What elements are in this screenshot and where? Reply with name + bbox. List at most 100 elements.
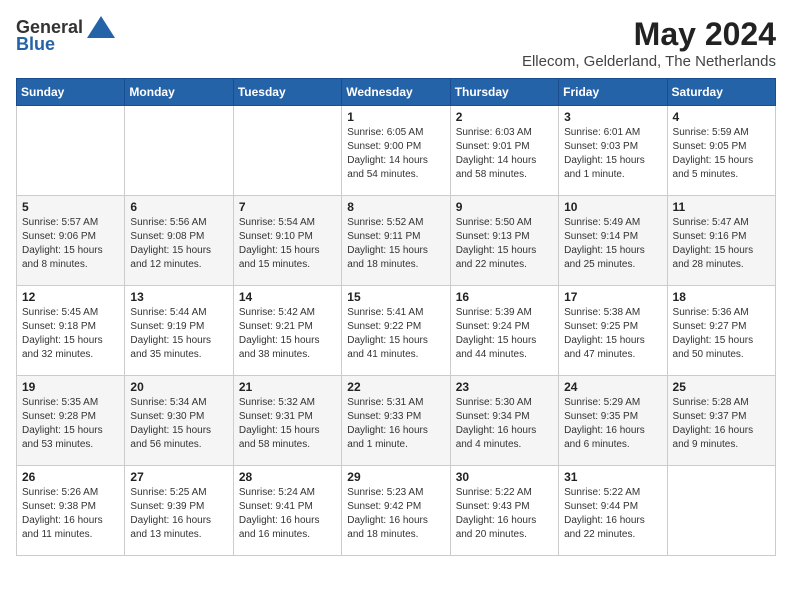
day-info: Sunrise: 6:01 AMSunset: 9:03 PMDaylight:…	[564, 126, 661, 182]
day-info: Sunrise: 5:42 AMSunset: 9:21 PMDaylight:…	[239, 306, 336, 362]
day-info: Sunrise: 5:22 AMSunset: 9:43 PMDaylight:…	[456, 486, 553, 542]
table-row: 17 Sunrise: 5:38 AMSunset: 9:25 PMDaylig…	[559, 286, 667, 376]
day-number: 4	[673, 110, 770, 124]
day-info: Sunrise: 6:05 AMSunset: 9:00 PMDaylight:…	[347, 126, 444, 182]
logo: General Blue	[16, 16, 115, 55]
day-number: 20	[130, 380, 227, 394]
header-saturday: Saturday	[667, 79, 775, 106]
week-row-5: 26 Sunrise: 5:26 AMSunset: 9:38 PMDaylig…	[17, 466, 776, 556]
month-title: May 2024	[522, 16, 776, 53]
day-number: 29	[347, 470, 444, 484]
table-row	[667, 466, 775, 556]
table-row: 5 Sunrise: 5:57 AMSunset: 9:06 PMDayligh…	[17, 196, 125, 286]
calendar-table: Sunday Monday Tuesday Wednesday Thursday…	[16, 78, 776, 556]
table-row: 1 Sunrise: 6:05 AMSunset: 9:00 PMDayligh…	[342, 106, 450, 196]
day-info: Sunrise: 5:44 AMSunset: 9:19 PMDaylight:…	[130, 306, 227, 362]
table-row: 24 Sunrise: 5:29 AMSunset: 9:35 PMDaylig…	[559, 376, 667, 466]
week-row-4: 19 Sunrise: 5:35 AMSunset: 9:28 PMDaylig…	[17, 376, 776, 466]
day-number: 1	[347, 110, 444, 124]
day-number: 22	[347, 380, 444, 394]
table-row: 16 Sunrise: 5:39 AMSunset: 9:24 PMDaylig…	[450, 286, 558, 376]
day-info: Sunrise: 5:32 AMSunset: 9:31 PMDaylight:…	[239, 396, 336, 452]
day-info: Sunrise: 5:25 AMSunset: 9:39 PMDaylight:…	[130, 486, 227, 542]
day-info: Sunrise: 5:34 AMSunset: 9:30 PMDaylight:…	[130, 396, 227, 452]
day-number: 12	[22, 290, 119, 304]
day-number: 13	[130, 290, 227, 304]
day-info: Sunrise: 5:49 AMSunset: 9:14 PMDaylight:…	[564, 216, 661, 272]
table-row: 31 Sunrise: 5:22 AMSunset: 9:44 PMDaylig…	[559, 466, 667, 556]
day-info: Sunrise: 5:31 AMSunset: 9:33 PMDaylight:…	[347, 396, 444, 452]
day-number: 25	[673, 380, 770, 394]
day-info: Sunrise: 5:39 AMSunset: 9:24 PMDaylight:…	[456, 306, 553, 362]
table-row	[233, 106, 341, 196]
day-number: 9	[456, 200, 553, 214]
day-info: Sunrise: 6:03 AMSunset: 9:01 PMDaylight:…	[456, 126, 553, 182]
day-number: 18	[673, 290, 770, 304]
week-row-1: 1 Sunrise: 6:05 AMSunset: 9:00 PMDayligh…	[17, 106, 776, 196]
day-info: Sunrise: 5:22 AMSunset: 9:44 PMDaylight:…	[564, 486, 661, 542]
day-number: 5	[22, 200, 119, 214]
table-row: 15 Sunrise: 5:41 AMSunset: 9:22 PMDaylig…	[342, 286, 450, 376]
day-info: Sunrise: 5:30 AMSunset: 9:34 PMDaylight:…	[456, 396, 553, 452]
table-row: 23 Sunrise: 5:30 AMSunset: 9:34 PMDaylig…	[450, 376, 558, 466]
table-row: 10 Sunrise: 5:49 AMSunset: 9:14 PMDaylig…	[559, 196, 667, 286]
day-info: Sunrise: 5:59 AMSunset: 9:05 PMDaylight:…	[673, 126, 770, 182]
day-info: Sunrise: 5:36 AMSunset: 9:27 PMDaylight:…	[673, 306, 770, 362]
table-row: 6 Sunrise: 5:56 AMSunset: 9:08 PMDayligh…	[125, 196, 233, 286]
day-number: 27	[130, 470, 227, 484]
day-number: 3	[564, 110, 661, 124]
table-row: 7 Sunrise: 5:54 AMSunset: 9:10 PMDayligh…	[233, 196, 341, 286]
table-row: 9 Sunrise: 5:50 AMSunset: 9:13 PMDayligh…	[450, 196, 558, 286]
table-row: 3 Sunrise: 6:01 AMSunset: 9:03 PMDayligh…	[559, 106, 667, 196]
day-info: Sunrise: 5:35 AMSunset: 9:28 PMDaylight:…	[22, 396, 119, 452]
table-row: 30 Sunrise: 5:22 AMSunset: 9:43 PMDaylig…	[450, 466, 558, 556]
header-wednesday: Wednesday	[342, 79, 450, 106]
table-row: 18 Sunrise: 5:36 AMSunset: 9:27 PMDaylig…	[667, 286, 775, 376]
day-number: 10	[564, 200, 661, 214]
day-info: Sunrise: 5:41 AMSunset: 9:22 PMDaylight:…	[347, 306, 444, 362]
day-info: Sunrise: 5:56 AMSunset: 9:08 PMDaylight:…	[130, 216, 227, 272]
logo-text-blue: Blue	[16, 34, 55, 55]
day-number: 30	[456, 470, 553, 484]
day-info: Sunrise: 5:54 AMSunset: 9:10 PMDaylight:…	[239, 216, 336, 272]
table-row: 20 Sunrise: 5:34 AMSunset: 9:30 PMDaylig…	[125, 376, 233, 466]
day-number: 15	[347, 290, 444, 304]
day-info: Sunrise: 5:38 AMSunset: 9:25 PMDaylight:…	[564, 306, 661, 362]
day-number: 28	[239, 470, 336, 484]
table-row: 22 Sunrise: 5:31 AMSunset: 9:33 PMDaylig…	[342, 376, 450, 466]
table-row: 12 Sunrise: 5:45 AMSunset: 9:18 PMDaylig…	[17, 286, 125, 376]
day-number: 21	[239, 380, 336, 394]
day-info: Sunrise: 5:50 AMSunset: 9:13 PMDaylight:…	[456, 216, 553, 272]
header-monday: Monday	[125, 79, 233, 106]
table-row: 21 Sunrise: 5:32 AMSunset: 9:31 PMDaylig…	[233, 376, 341, 466]
table-row: 25 Sunrise: 5:28 AMSunset: 9:37 PMDaylig…	[667, 376, 775, 466]
day-info: Sunrise: 5:45 AMSunset: 9:18 PMDaylight:…	[22, 306, 119, 362]
day-number: 23	[456, 380, 553, 394]
day-number: 6	[130, 200, 227, 214]
day-info: Sunrise: 5:57 AMSunset: 9:06 PMDaylight:…	[22, 216, 119, 272]
table-row	[125, 106, 233, 196]
day-info: Sunrise: 5:47 AMSunset: 9:16 PMDaylight:…	[673, 216, 770, 272]
table-row: 2 Sunrise: 6:03 AMSunset: 9:01 PMDayligh…	[450, 106, 558, 196]
day-number: 19	[22, 380, 119, 394]
header-sunday: Sunday	[17, 79, 125, 106]
table-row	[17, 106, 125, 196]
day-info: Sunrise: 5:28 AMSunset: 9:37 PMDaylight:…	[673, 396, 770, 452]
day-info: Sunrise: 5:23 AMSunset: 9:42 PMDaylight:…	[347, 486, 444, 542]
table-row: 4 Sunrise: 5:59 AMSunset: 9:05 PMDayligh…	[667, 106, 775, 196]
title-block: May 2024 Ellecom, Gelderland, The Nether…	[522, 16, 776, 70]
day-number: 7	[239, 200, 336, 214]
page-header: General Blue May 2024 Ellecom, Gelderlan…	[16, 16, 776, 70]
table-row: 26 Sunrise: 5:26 AMSunset: 9:38 PMDaylig…	[17, 466, 125, 556]
table-row: 11 Sunrise: 5:47 AMSunset: 9:16 PMDaylig…	[667, 196, 775, 286]
table-row: 27 Sunrise: 5:25 AMSunset: 9:39 PMDaylig…	[125, 466, 233, 556]
header-friday: Friday	[559, 79, 667, 106]
table-row: 13 Sunrise: 5:44 AMSunset: 9:19 PMDaylig…	[125, 286, 233, 376]
header-thursday: Thursday	[450, 79, 558, 106]
table-row: 29 Sunrise: 5:23 AMSunset: 9:42 PMDaylig…	[342, 466, 450, 556]
day-number: 17	[564, 290, 661, 304]
table-row: 8 Sunrise: 5:52 AMSunset: 9:11 PMDayligh…	[342, 196, 450, 286]
header-row: Sunday Monday Tuesday Wednesday Thursday…	[17, 79, 776, 106]
day-number: 8	[347, 200, 444, 214]
day-number: 24	[564, 380, 661, 394]
